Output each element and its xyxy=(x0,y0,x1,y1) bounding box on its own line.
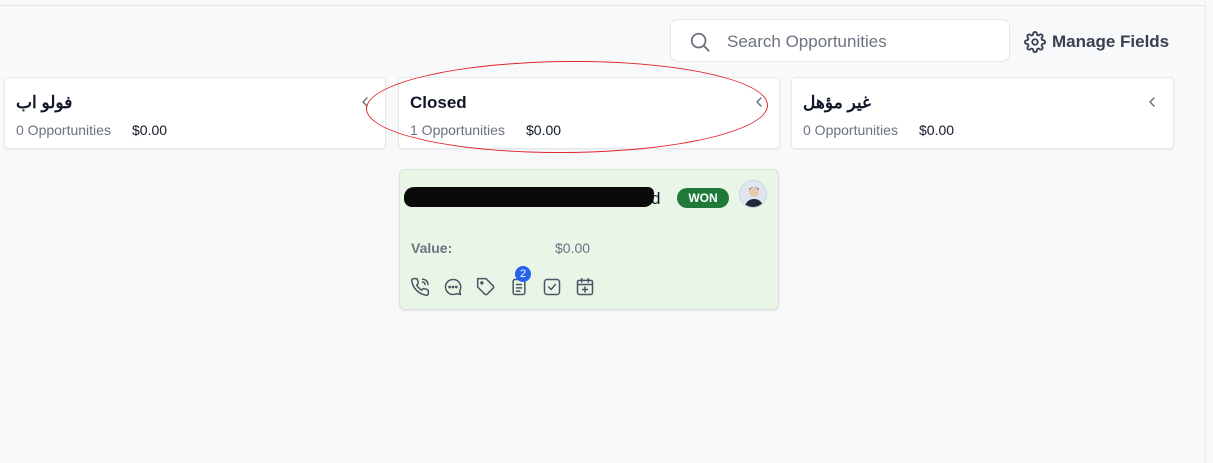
manage-fields-button[interactable]: Manage Fields xyxy=(1024,30,1169,54)
pipeline-column-closed: Closed 1 Opportunities $0.00 xyxy=(398,77,780,149)
chevron-left-icon[interactable] xyxy=(359,96,371,108)
avatar[interactable] xyxy=(739,180,767,208)
column-count: 0 Opportunities xyxy=(803,122,898,138)
pipeline-column-followup: فولو اب 0 Opportunities $0.00 xyxy=(4,77,386,149)
notes-count-badge: 2 xyxy=(515,266,531,282)
notes-icon[interactable]: 2 xyxy=(509,266,531,297)
search-input[interactable] xyxy=(725,29,999,55)
manage-fields-label: Manage Fields xyxy=(1052,32,1170,51)
person-icon xyxy=(740,181,766,207)
opportunity-card[interactable]: d WON Value: $0.00 2 xyxy=(399,169,779,310)
chat-icon[interactable] xyxy=(443,277,463,297)
search-icon xyxy=(690,32,710,52)
column-count: 1 Opportunities xyxy=(410,122,505,138)
tag-icon[interactable] xyxy=(476,277,496,297)
column-count: 0 Opportunities xyxy=(16,122,111,138)
redaction-mark xyxy=(404,187,654,207)
calendar-add-icon[interactable] xyxy=(575,277,595,297)
value-amount: $0.00 xyxy=(555,240,591,256)
status-badge: WON xyxy=(677,188,729,208)
column-amount: $0.00 xyxy=(132,122,168,138)
column-amount: $0.00 xyxy=(919,122,955,138)
top-divider xyxy=(0,5,1205,6)
task-icon[interactable] xyxy=(542,277,562,297)
search-box[interactable] xyxy=(670,19,1010,62)
column-amount: $0.00 xyxy=(526,122,562,138)
pipeline-column-unqualified: غير مؤهل 0 Opportunities $0.00 xyxy=(791,77,1174,149)
column-title: فولو اب xyxy=(16,93,73,112)
value-label: Value: xyxy=(411,240,453,256)
phone-icon[interactable] xyxy=(410,277,430,297)
card-actions: 2 xyxy=(410,266,595,297)
column-title: غير مؤهل xyxy=(803,93,871,112)
gear-icon xyxy=(1024,31,1046,53)
chevron-left-icon[interactable] xyxy=(1146,96,1158,108)
column-title: Closed xyxy=(410,93,467,112)
chevron-left-icon[interactable] xyxy=(753,96,765,108)
right-divider xyxy=(1205,0,1206,463)
